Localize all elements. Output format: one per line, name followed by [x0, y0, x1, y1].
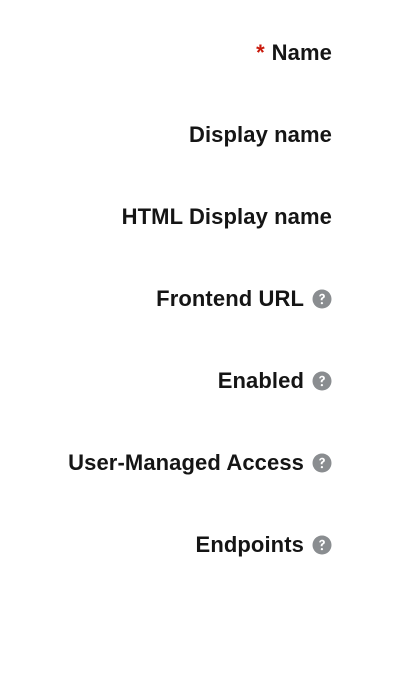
- question-circle-icon[interactable]: [312, 371, 332, 391]
- display-name-label-row: Display name: [189, 120, 332, 150]
- question-circle-icon[interactable]: [312, 535, 332, 555]
- user-managed-access-label: User-Managed Access: [68, 450, 304, 475]
- endpoints-label-row: Endpoints: [196, 530, 332, 560]
- display-name-label: Display name: [188, 122, 332, 147]
- required-indicator: *: [256, 40, 265, 65]
- html-display-name-label-row: HTML Display name: [122, 202, 332, 232]
- html-display-name-label: HTML Display name: [121, 204, 332, 229]
- enabled-label-row: Enabled: [218, 366, 332, 396]
- question-circle-icon[interactable]: [312, 453, 332, 473]
- form-labels-column: * Name Display name HTML Display name Fr…: [0, 0, 408, 698]
- name-label-row: * Name: [256, 38, 332, 68]
- name-label: Name: [271, 40, 332, 65]
- user-managed-access-label-row: User-Managed Access: [68, 448, 332, 478]
- frontend-url-label: Frontend URL: [156, 286, 304, 311]
- frontend-url-label-row: Frontend URL: [156, 284, 332, 314]
- endpoints-label: Endpoints: [195, 532, 304, 557]
- enabled-label: Enabled: [217, 368, 304, 393]
- question-circle-icon[interactable]: [312, 289, 332, 309]
